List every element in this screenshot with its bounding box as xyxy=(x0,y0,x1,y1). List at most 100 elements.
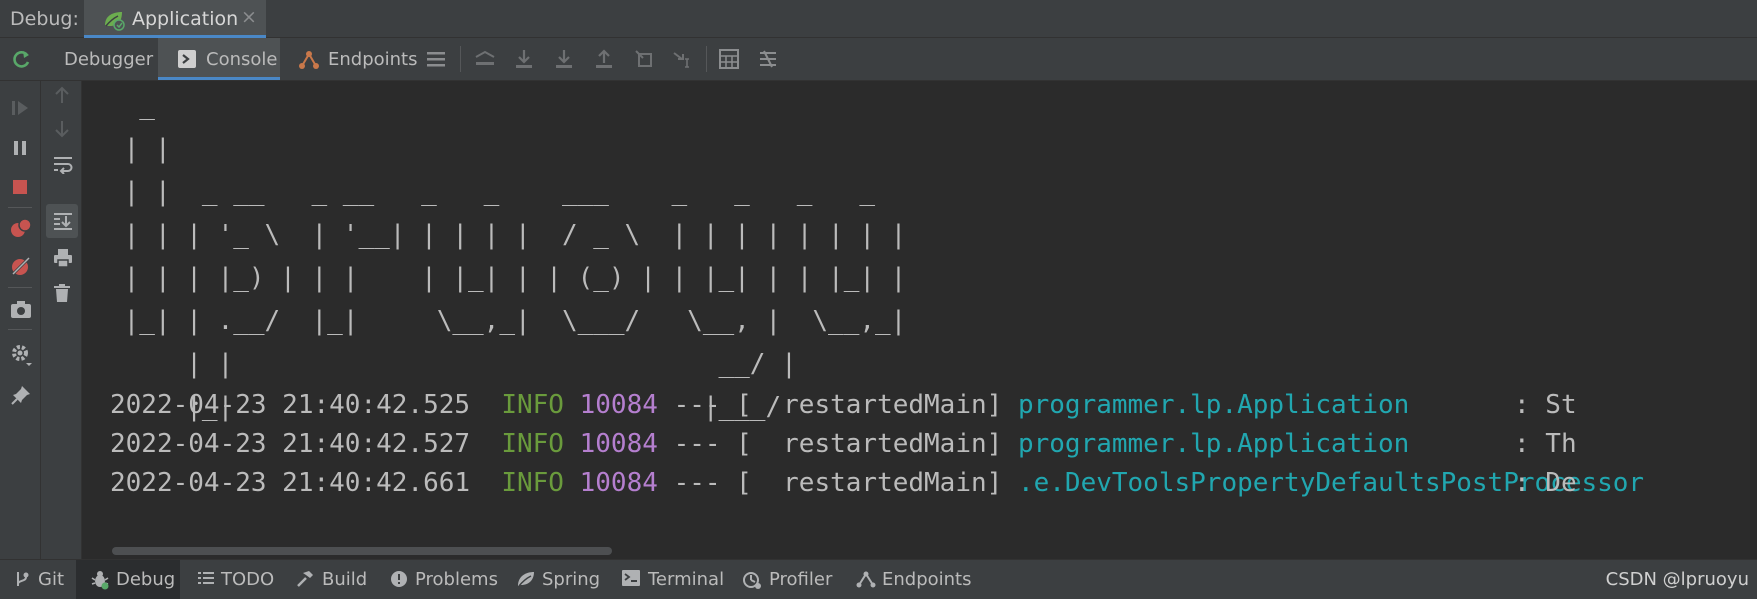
settings-gear-icon[interactable] xyxy=(10,343,34,371)
log-message: : St xyxy=(1514,390,1577,420)
log-level: INFO xyxy=(501,390,564,420)
tab-console[interactable]: Console xyxy=(158,38,280,80)
tool-window-bar: Git Debug TODO Build Problems Spring Ter… xyxy=(0,559,1757,599)
tool-spring[interactable]: Spring xyxy=(508,560,612,599)
profiler-icon xyxy=(742,570,762,595)
problems-icon xyxy=(390,570,408,593)
run-to-cursor-icon[interactable] xyxy=(672,49,694,73)
log-logger[interactable]: programmer.lp.Application xyxy=(1018,390,1409,420)
bug-icon xyxy=(90,570,110,595)
log-separator: --- [ xyxy=(673,429,752,459)
endpoints-icon xyxy=(856,570,876,593)
pause-icon[interactable] xyxy=(10,138,30,162)
log-message: : Th xyxy=(1514,429,1577,459)
resume-icon[interactable] xyxy=(10,98,30,122)
log-logger[interactable]: programmer.lp.Application xyxy=(1018,429,1409,459)
tool-endpoints[interactable]: Endpoints xyxy=(848,560,972,599)
git-branch-icon xyxy=(14,570,30,593)
log-line: 2022-04-23 21:40:42.661 INFO 10084 --- [… xyxy=(110,462,1644,505)
tab-console-label: Console xyxy=(206,49,278,70)
ascii-banner: _ | | | | _ __ _ __ _ _ ___ _ _ _ _ | | … xyxy=(123,91,907,422)
tool-terminal[interactable]: Terminal xyxy=(614,560,732,599)
tool-problems-label: Problems xyxy=(415,569,498,590)
log-line: 2022-04-23 21:40:42.525 INFO 10084 --- [… xyxy=(110,384,1409,427)
log-timestamp: 2022-04-23 21:40:42.661 xyxy=(110,468,471,498)
debug-toolbar: Debugger Console Endpoints xyxy=(0,38,1757,81)
trace-icon[interactable] xyxy=(758,49,778,73)
drop-frame-icon[interactable] xyxy=(634,49,654,73)
evaluate-expression-icon[interactable] xyxy=(719,49,739,73)
arrow-up-icon[interactable] xyxy=(53,85,71,109)
toolbar-separator xyxy=(460,46,461,72)
log-separator: --- [ xyxy=(673,390,752,420)
tool-todo-label: TODO xyxy=(221,569,275,590)
soft-wrap-icon[interactable] xyxy=(53,154,73,178)
log-pid: 10084 xyxy=(579,390,658,420)
console-icon xyxy=(178,50,196,73)
pin-icon[interactable] xyxy=(10,384,32,410)
show-execution-point-icon[interactable] xyxy=(474,49,496,73)
debug-actions-bar xyxy=(0,81,41,559)
tool-spring-label: Spring xyxy=(542,569,601,590)
log-thread: restartedMain] xyxy=(751,429,1003,459)
tool-build-label: Build xyxy=(322,569,368,590)
debug-label: Debug: xyxy=(10,8,79,30)
log-timestamp: 2022-04-23 21:40:42.527 xyxy=(110,429,471,459)
spring-leaf-icon xyxy=(516,570,536,593)
list-icon xyxy=(198,570,214,591)
tool-debug[interactable]: Debug xyxy=(76,560,180,599)
step-over-icon[interactable] xyxy=(514,49,534,73)
console-actions-bar xyxy=(41,81,82,559)
arrow-down-icon[interactable] xyxy=(53,119,71,143)
tab-debugger-label: Debugger xyxy=(64,49,154,70)
endpoints-icon xyxy=(298,50,320,75)
log-pid: 10084 xyxy=(579,468,658,498)
actions-separator xyxy=(8,207,32,208)
tool-profiler[interactable]: Profiler xyxy=(734,560,846,599)
console-output[interactable]: _ | | | | _ __ _ __ _ _ ___ _ _ _ _ | | … xyxy=(82,81,1757,559)
step-out-icon[interactable] xyxy=(594,49,614,73)
camera-icon[interactable] xyxy=(10,299,32,323)
print-icon[interactable] xyxy=(53,248,73,272)
menu-icon[interactable] xyxy=(426,49,446,73)
toolbar-separator xyxy=(706,46,707,72)
tab-application[interactable]: Application × xyxy=(84,0,266,38)
log-separator: --- [ xyxy=(673,468,752,498)
tab-endpoints-label: Endpoints xyxy=(328,49,418,70)
tool-build[interactable]: Build xyxy=(288,560,372,599)
tool-profiler-label: Profiler xyxy=(769,569,833,590)
debug-window-header: Debug: Application × xyxy=(0,0,1757,38)
watermark-text: CSDN @lpruoyu xyxy=(1605,569,1749,590)
hammer-icon xyxy=(296,570,314,593)
tab-application-label: Application xyxy=(132,8,239,30)
view-breakpoints-icon[interactable] xyxy=(10,218,32,242)
actions-separator xyxy=(8,287,32,288)
trash-icon[interactable] xyxy=(53,283,71,307)
tool-git[interactable]: Git xyxy=(6,560,70,599)
actions-separator xyxy=(8,329,32,330)
terminal-icon xyxy=(622,570,640,591)
log-message: : De xyxy=(1514,468,1577,498)
tool-debug-label: Debug xyxy=(116,569,176,590)
log-pid: 10084 xyxy=(579,429,658,459)
tool-git-label: Git xyxy=(38,569,65,590)
tool-terminal-label: Terminal xyxy=(648,569,725,590)
log-thread: restartedMain] xyxy=(751,468,1003,498)
close-icon[interactable]: × xyxy=(241,6,257,28)
tool-todo[interactable]: TODO xyxy=(190,560,280,599)
rerun-icon[interactable] xyxy=(10,49,32,75)
step-into-icon[interactable] xyxy=(554,49,574,73)
tool-problems[interactable]: Problems xyxy=(382,560,500,599)
scroll-to-end-icon[interactable] xyxy=(53,211,73,235)
tab-endpoints[interactable]: Endpoints xyxy=(290,38,418,80)
spring-boot-app-icon xyxy=(102,9,126,35)
mute-breakpoints-icon[interactable] xyxy=(10,255,32,281)
log-thread: restartedMain] xyxy=(751,390,1003,420)
log-level: INFO xyxy=(501,429,564,459)
tab-debugger[interactable]: Debugger xyxy=(50,38,156,80)
stop-icon[interactable] xyxy=(10,177,30,201)
tool-endpoints-label: Endpoints xyxy=(882,569,972,590)
log-timestamp: 2022-04-23 21:40:42.525 xyxy=(110,390,471,420)
horizontal-scrollbar[interactable] xyxy=(112,547,612,555)
log-line: 2022-04-23 21:40:42.527 INFO 10084 --- [… xyxy=(110,423,1409,466)
